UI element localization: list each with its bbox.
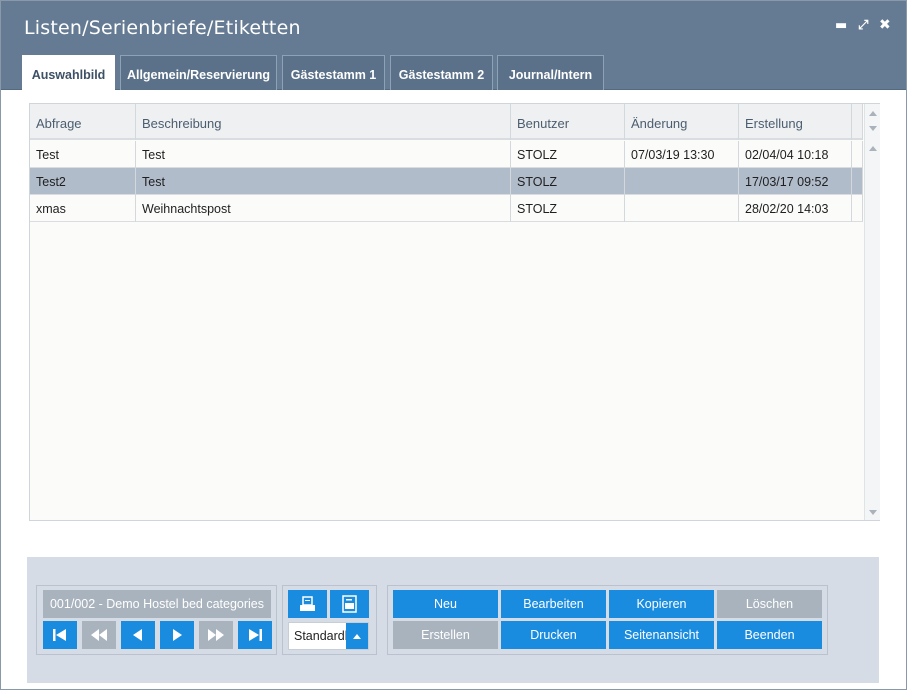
record-info: 001/002 - Demo Hostel bed categories (43, 590, 271, 618)
cell-aenderung: 07/03/19 13:30 (625, 141, 739, 168)
cell-abfrage: Test (30, 141, 136, 168)
beenden-button[interactable]: Beenden (717, 621, 822, 649)
tab-gaestestamm-2[interactable]: Gästestamm 2 (390, 55, 493, 90)
list-type-value: Standardliste (294, 629, 349, 643)
cell-aenderung (625, 168, 739, 195)
fast-back-icon (91, 629, 107, 641)
loeschen-button[interactable]: Löschen (717, 590, 822, 618)
cell-abfrage: Test2 (30, 168, 136, 195)
close-icon[interactable]: ✖ (879, 18, 891, 32)
printer-icon (300, 596, 315, 611)
vertical-scrollbar[interactable] (864, 104, 880, 520)
maximize-icon[interactable]: ⤢ (858, 19, 868, 32)
cell-beschreibung: Test (136, 141, 511, 168)
fast-forward-button[interactable] (199, 621, 233, 649)
app-window: Listen/Serienbriefe/Etiketten ▬ ⤢ ✖ Ausw… (0, 0, 907, 690)
table-row[interactable]: Test2 Test STOLZ 17/03/17 09:52 (30, 168, 863, 195)
actions-group: Neu Bearbeiten Kopieren Löschen Erstelle… (387, 585, 828, 655)
scroll-down-icon[interactable] (869, 510, 877, 515)
tab-allgemein-reservierung[interactable]: Allgemein/Reservierung (120, 55, 277, 90)
minimize-icon[interactable]: ▬ (835, 19, 847, 32)
previous-record-button[interactable] (121, 621, 155, 649)
tab-auswahlbild[interactable]: Auswahlbild (22, 55, 115, 91)
cell-spacer (852, 195, 863, 222)
column-header-spacer (852, 104, 863, 140)
tab-journal-intern[interactable]: Journal/Intern (497, 55, 604, 90)
next-record-button[interactable] (160, 621, 194, 649)
table-header: Abfrage Beschreibung Benutzer Änderung E… (30, 104, 863, 140)
cell-spacer (852, 168, 863, 195)
bottom-panel: 001/002 - Demo Hostel bed categories Sta… (27, 557, 879, 683)
tab-gaestestamm-1[interactable]: Gästestamm 1 (282, 55, 385, 90)
cell-benutzer: STOLZ (511, 168, 625, 195)
cell-erstellung: 02/04/04 10:18 (739, 141, 852, 168)
cell-abfrage: xmas (30, 195, 136, 222)
cell-benutzer: STOLZ (511, 141, 625, 168)
scroll-up-icon[interactable] (869, 146, 877, 151)
kopieren-button[interactable]: Kopieren (609, 590, 714, 618)
erstellen-button[interactable]: Erstellen (393, 621, 498, 649)
cell-erstellung: 28/02/20 14:03 (739, 195, 852, 222)
scroll-down-icon[interactable] (869, 126, 877, 131)
previous-icon (133, 629, 142, 641)
cell-erstellung: 17/03/17 09:52 (739, 168, 852, 195)
drucken-button[interactable]: Drucken (501, 621, 606, 649)
table-row[interactable]: xmas Weihnachtspost STOLZ 28/02/20 14:03 (30, 195, 863, 222)
table-row[interactable]: Test Test STOLZ 07/03/19 13:30 02/04/04 … (30, 141, 863, 168)
output-group: Standardliste (282, 585, 377, 655)
cell-aenderung (625, 195, 739, 222)
last-record-icon (249, 629, 262, 641)
column-header-beschreibung[interactable]: Beschreibung (136, 104, 511, 140)
list-type-select[interactable]: Standardliste (288, 622, 369, 650)
scroll-up-icon[interactable] (869, 111, 877, 116)
next-icon (173, 629, 182, 641)
fast-forward-icon (208, 629, 224, 641)
chevron-up-icon[interactable] (346, 623, 368, 649)
fast-back-button[interactable] (82, 621, 116, 649)
column-header-erstellung[interactable]: Erstellung (739, 104, 852, 140)
neu-button[interactable]: Neu (393, 590, 498, 618)
last-record-button[interactable] (238, 621, 272, 649)
record-navigator: 001/002 - Demo Hostel bed categories (36, 585, 277, 655)
cell-beschreibung: Test (136, 168, 511, 195)
first-record-icon (53, 629, 66, 641)
cell-spacer (852, 141, 863, 168)
column-header-benutzer[interactable]: Benutzer (511, 104, 625, 140)
bearbeiten-button[interactable]: Bearbeiten (501, 590, 606, 618)
cell-benutzer: STOLZ (511, 195, 625, 222)
column-header-abfrage[interactable]: Abfrage (30, 104, 136, 140)
cell-beschreibung: Weihnachtspost (136, 195, 511, 222)
column-header-aenderung[interactable]: Änderung (625, 104, 739, 140)
export-pdf-button[interactable] (330, 590, 369, 618)
window-title: Listen/Serienbriefe/Etiketten (24, 17, 301, 39)
title-bar: Listen/Serienbriefe/Etiketten ▬ ⤢ ✖ Ausw… (1, 1, 906, 91)
print-list-button[interactable] (288, 590, 327, 618)
pdf-icon (342, 595, 357, 613)
query-table: Abfrage Beschreibung Benutzer Änderung E… (29, 103, 880, 521)
first-record-button[interactable] (43, 621, 77, 649)
seitenansicht-button[interactable]: Seitenansicht (609, 621, 714, 649)
